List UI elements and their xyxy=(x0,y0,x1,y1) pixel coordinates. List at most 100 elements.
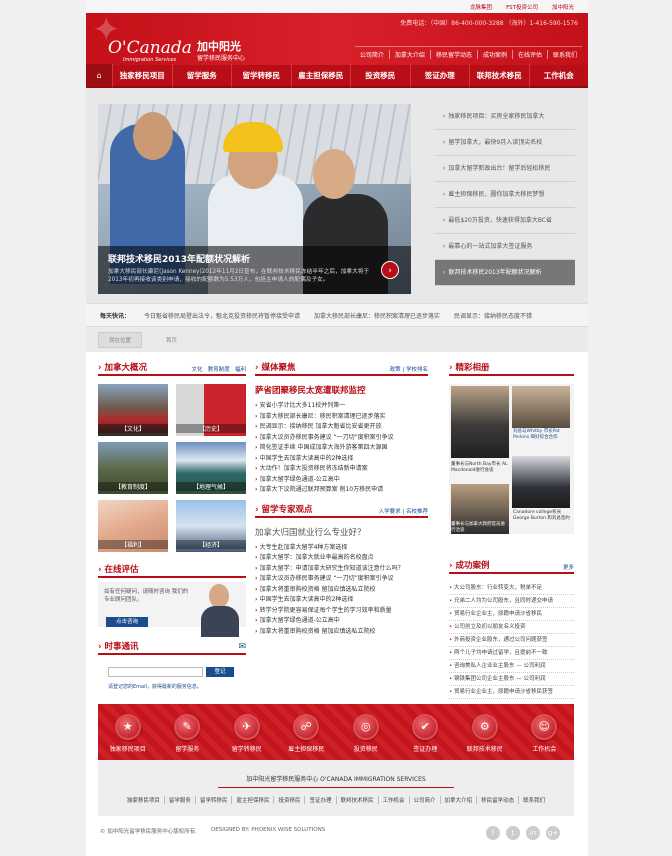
next-slide-button[interactable]: › xyxy=(381,261,399,279)
slide-list-item[interactable]: › 独家移民项目：买房全家移民加拿大 xyxy=(435,104,575,130)
ticker-item[interactable]: 民调显示：接纳移民态度不错 xyxy=(454,311,532,320)
ticker-item[interactable]: 加拿大移民部长康尼：移民积案清理已逐步落实 xyxy=(314,311,440,320)
tab-policy[interactable]: 政策 xyxy=(390,367,401,373)
main-nav-item[interactable]: 联邦技术移民 xyxy=(469,64,529,87)
footer-link[interactable]: 留学服务 xyxy=(163,796,195,804)
footer-link[interactable]: 签证办理 xyxy=(304,796,335,804)
news-item[interactable]: 简化签证手续 中国成加拿大海外游客第四大源国 xyxy=(255,443,428,454)
news-item[interactable]: 转学分学院更容易保证每个学生的学习效率和质量 xyxy=(255,606,428,617)
header-nav-item[interactable]: 联系我们 xyxy=(546,50,582,59)
footer-link[interactable]: 联系我们 xyxy=(518,796,549,804)
news-item[interactable]: 加拿大留学绿色通道-公立高中 xyxy=(255,475,428,486)
google-plus-icon[interactable]: g+ xyxy=(546,826,560,840)
news-item[interactable]: 大专生赴加拿大留学4种方案选择 xyxy=(255,543,428,554)
news-item[interactable]: 加拿大将重审购校资格 留加应慎选私立院校 xyxy=(255,627,428,638)
service-shortcut[interactable]: ☺ 工作机会 xyxy=(518,714,570,753)
success-item[interactable]: 公司创立及初以朋友名义投资 xyxy=(449,621,574,634)
success-item[interactable]: 钢铁集团公司企业主股东 — 公司利润 xyxy=(449,673,574,686)
news-item[interactable]: 中国学生去加拿大读高中的2种选择 xyxy=(255,595,428,606)
media-headline[interactable]: 萨省团聚移民太宽遭联邦监控 xyxy=(255,384,428,396)
tab-ranking[interactable]: 学校排名 xyxy=(406,367,428,373)
slide-list-item[interactable]: › 加拿大留学新政出台！留学后轻松移民 xyxy=(435,156,575,182)
success-item[interactable]: 外商投资企业股东，通过公司问题获签 xyxy=(449,634,574,647)
slide-list-item[interactable]: › 留学加拿大，最快9月入读顶尖名校 xyxy=(435,130,575,156)
service-shortcut[interactable]: ⚙ 联邦技术移民 xyxy=(459,714,511,753)
more-link[interactable]: 更多 xyxy=(563,563,574,571)
footer-link[interactable]: 雇主担保移民 xyxy=(231,796,273,804)
tile-economy[interactable]: 【经济】 xyxy=(176,500,246,552)
service-shortcut[interactable]: ★ 独家移民项目 xyxy=(102,714,154,753)
home-icon[interactable]: ⌂ xyxy=(86,64,112,87)
linkedin-icon[interactable]: in xyxy=(526,826,540,840)
main-nav-item[interactable]: 独家移民项目 xyxy=(112,64,172,87)
footer-link[interactable]: 加拿大介绍 xyxy=(439,796,477,804)
main-nav-item[interactable]: 签证办理 xyxy=(409,64,470,87)
tab-admission[interactable]: 入学要求 xyxy=(379,509,401,515)
header-nav-item[interactable]: 成功案例 xyxy=(476,50,512,59)
news-item[interactable]: 安省小学计比大多11校并列第一 xyxy=(255,401,428,412)
main-nav-item[interactable]: 投资移民 xyxy=(350,64,410,87)
success-item[interactable]: 大公司股东：行业转变大，税单不足 xyxy=(449,582,574,595)
footer-link[interactable]: 公司简介 xyxy=(408,796,440,804)
topbar-link-2[interactable]: 加中阳光 xyxy=(552,3,574,11)
slide-title[interactable]: 联邦技术移民2013年配额状况解析 xyxy=(108,252,401,265)
success-item[interactable]: 两个儿子均申请过留学，且提前不一致 xyxy=(449,647,574,660)
header-nav-item[interactable]: 加拿大介绍 xyxy=(388,50,430,59)
service-shortcut[interactable]: ✈ 留学转移民 xyxy=(221,714,273,753)
slide-list-item[interactable]: › 最低$20万投资，快速获得加拿大BC省 xyxy=(435,208,575,234)
facebook-icon[interactable]: f xyxy=(486,826,500,840)
service-shortcut[interactable]: ✔ 签证办理 xyxy=(399,714,451,753)
topbar-link-1[interactable]: FST投资公司 xyxy=(506,3,538,11)
service-shortcut[interactable]: ✎ 留学服务 xyxy=(161,714,213,753)
news-item[interactable]: 民调显示：接纳移民 加拿大魁省比安省更开放 xyxy=(255,422,428,433)
gallery-photo[interactable] xyxy=(512,386,570,428)
success-item[interactable]: 贸易行业企业主，原籍申请沙省移民 xyxy=(449,608,574,621)
news-item[interactable]: 中国学生去加拿大读高中的2种选择 xyxy=(255,454,428,465)
email-input[interactable] xyxy=(108,667,203,677)
header-nav-item[interactable]: 公司简介 xyxy=(355,50,389,59)
slide-list-item-active[interactable]: › 联邦技术移民2013年配额状况解析 xyxy=(435,260,575,286)
news-item[interactable]: 加拿大议员办移民事务建议 “一刀切”度积案引争议 xyxy=(255,433,428,444)
gallery-photo[interactable] xyxy=(512,456,570,508)
footer-link[interactable]: 投资移民 xyxy=(273,796,304,804)
header-nav-item[interactable]: 在线评估 xyxy=(511,50,547,59)
news-item[interactable]: 加拿大移民部长康尼：移民积案清理已逐步落实 xyxy=(255,412,428,423)
ticker-item[interactable]: 今日魁省移民局登出法令，魁北克投资移民将暂停接受申请 xyxy=(144,311,300,320)
main-nav-item[interactable]: 雇主担保移民 xyxy=(290,64,351,87)
footer-link[interactable]: 移民留学动态 xyxy=(476,796,518,804)
news-item[interactable]: 加拿大将重审购校资格 留加应慎选私立院校 xyxy=(255,585,428,596)
subscribe-button[interactable]: 登记 xyxy=(206,667,234,677)
gallery-photo[interactable] xyxy=(451,386,509,458)
service-shortcut[interactable]: ◎ 投资移民 xyxy=(340,714,392,753)
news-item[interactable]: 加拿大下议院通过联邦预算案 削10万移民申请 xyxy=(255,485,428,496)
topbar-link-0[interactable]: 龙脉集团 xyxy=(470,3,492,11)
news-item[interactable]: 加拿大留学：加拿大就业率最高的名校盘点 xyxy=(255,553,428,564)
slide-list-item[interactable]: › 雇主担保移民，圆你加拿大移民梦想 xyxy=(435,182,575,208)
twitter-icon[interactable]: t xyxy=(506,826,520,840)
expert-headline[interactable]: 加拿大归国就业行么专业好？ xyxy=(255,526,428,538)
main-nav-item[interactable]: 工作机会 xyxy=(528,64,589,87)
tile-geography[interactable]: 【地理气候】 xyxy=(176,442,246,494)
tab-schools[interactable]: 名校推荐 xyxy=(406,509,428,515)
main-nav-item[interactable]: 留学服务 xyxy=(171,64,232,87)
service-shortcut[interactable]: ☍ 雇主担保移民 xyxy=(280,714,332,753)
tile-culture[interactable]: 【文化】 xyxy=(98,384,168,436)
success-item[interactable]: 咨询美私人企业业主股东 — 公司利润 xyxy=(449,660,574,673)
news-item[interactable]: 加拿大议员办移民事务建议 “一刀切”度积案引争议 xyxy=(255,574,428,585)
success-item[interactable]: 兄弟二人均为公司股东，且同时递交申请 xyxy=(449,595,574,608)
tab-culture[interactable]: 文化 xyxy=(191,367,202,373)
tab-education[interactable]: 教育制度 xyxy=(208,367,230,373)
footer-link[interactable]: 联邦技术移民 xyxy=(335,796,378,804)
news-item[interactable]: 大动作！加拿大投资移民将冻结新申请案 xyxy=(255,464,428,475)
success-item[interactable]: 贸易行业企业主，原籍申请沙省移民获签 xyxy=(449,686,574,699)
header-nav-item[interactable]: 移民留学动态 xyxy=(429,50,477,59)
footer-link[interactable]: 工作机会 xyxy=(377,796,409,804)
footer-link[interactable]: 独家移民项目 xyxy=(123,796,164,804)
footer-link[interactable]: 留学转移民 xyxy=(194,796,232,804)
consult-button[interactable]: 点击咨询 xyxy=(106,617,149,627)
news-item[interactable]: 加拿大留学：申请加拿大研究生你知道该注意什么吗？ xyxy=(255,564,428,575)
tile-welfare[interactable]: 【福利】 xyxy=(98,500,168,552)
tile-history[interactable]: 【历史】 xyxy=(176,384,246,436)
tile-education[interactable]: 【教育制度】 xyxy=(98,442,168,494)
breadcrumb-home[interactable]: 首页 xyxy=(166,336,177,344)
